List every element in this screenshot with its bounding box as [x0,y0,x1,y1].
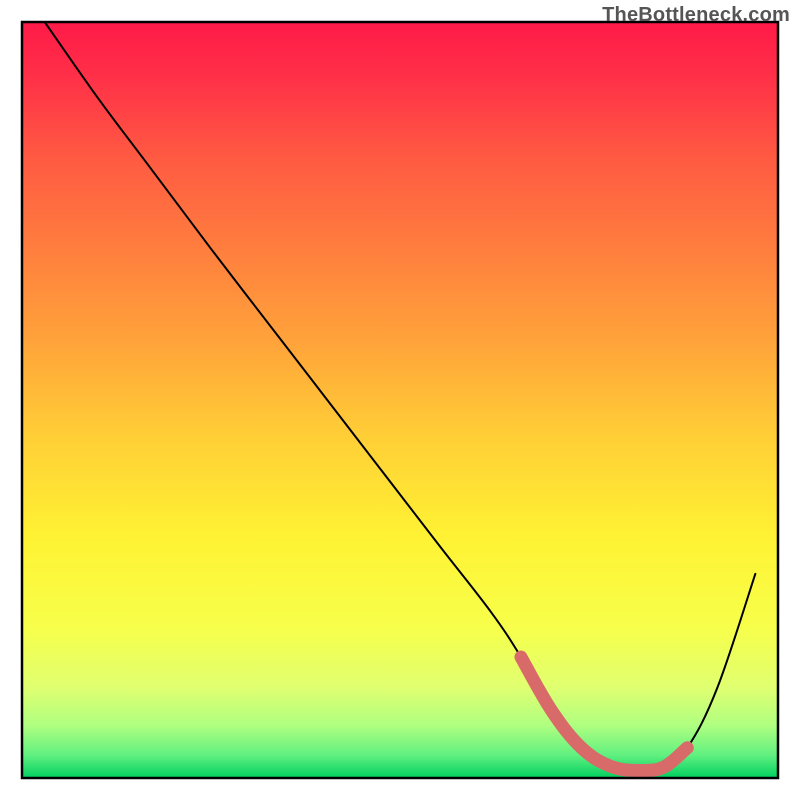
gradient-background [22,22,778,778]
chart-container: TheBottleneck.com [0,0,800,800]
bottleneck-chart [0,0,800,800]
watermark-text: TheBottleneck.com [602,4,790,27]
